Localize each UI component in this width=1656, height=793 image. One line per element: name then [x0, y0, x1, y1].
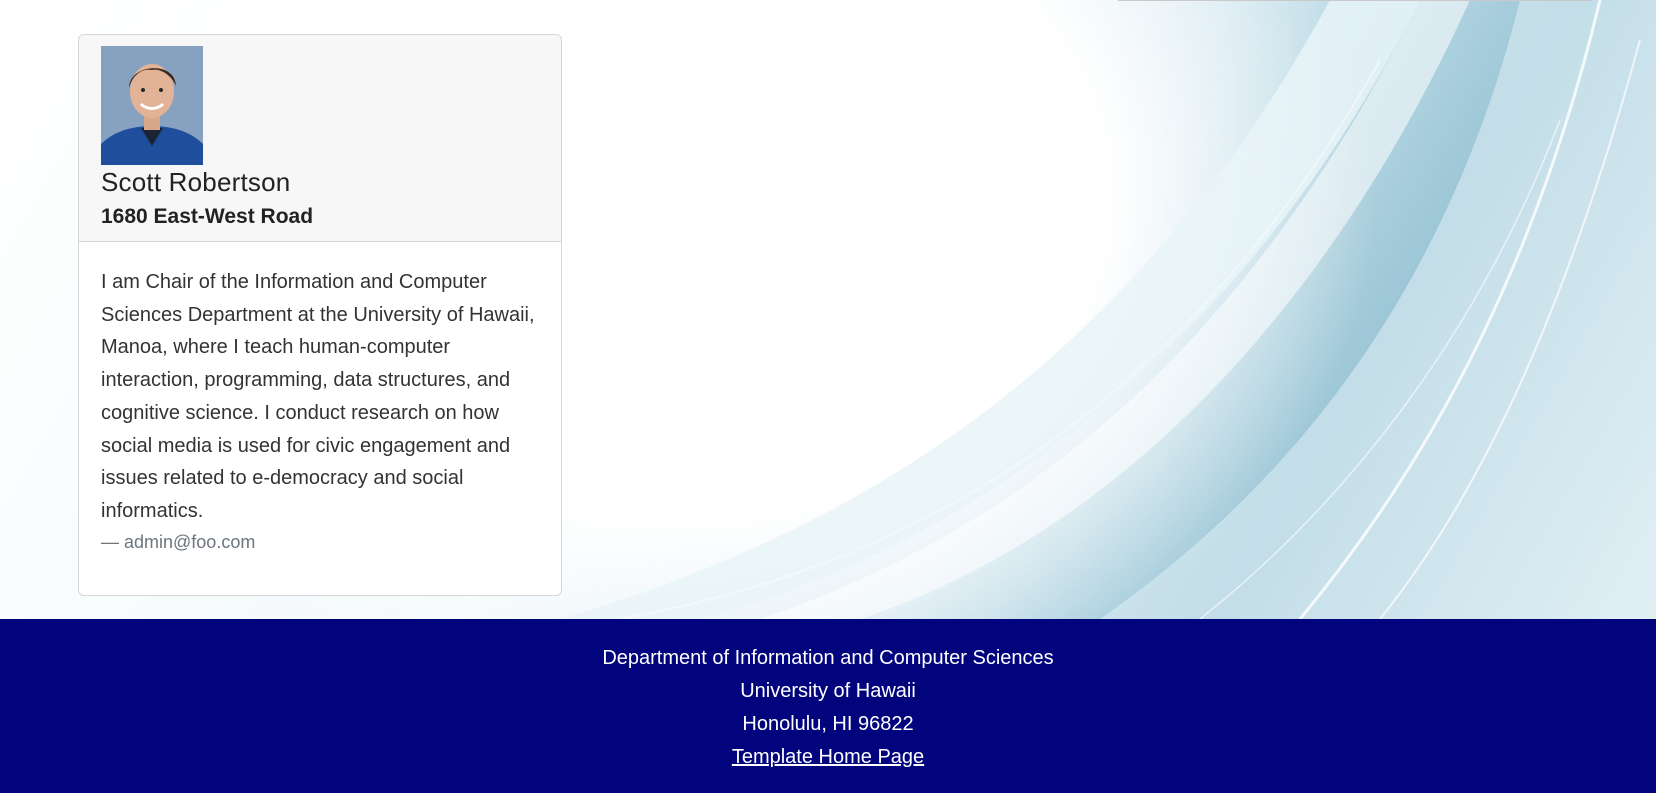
footer-university: University of Hawaii: [740, 680, 916, 702]
profile-bio: I am Chair of the Information and Comput…: [101, 271, 535, 522]
profile-card: Scott Robertson 1680 East-West Road I am…: [78, 34, 562, 596]
top-divider: [1118, 0, 1592, 1]
person-photo-icon: [101, 46, 203, 165]
footer-department: Department of Information and Computer S…: [602, 647, 1054, 669]
profile-name: Scott Robertson: [101, 167, 291, 197]
footer: Department of Information and Computer S…: [0, 619, 1656, 793]
profile-address: 1680 East-West Road: [101, 205, 314, 228]
profile-card-body: I am Chair of the Information and Comput…: [79, 242, 561, 553]
footer-link-row: Template Home Page: [0, 746, 1656, 769]
profile-card-header: Scott Robertson 1680 East-West Road: [79, 35, 561, 242]
footer-city: Honolulu, HI 96822: [742, 713, 914, 735]
avatar: [101, 46, 203, 165]
template-home-link[interactable]: Template Home Page: [732, 746, 924, 768]
profile-author: — admin@foo.com: [101, 531, 256, 552]
